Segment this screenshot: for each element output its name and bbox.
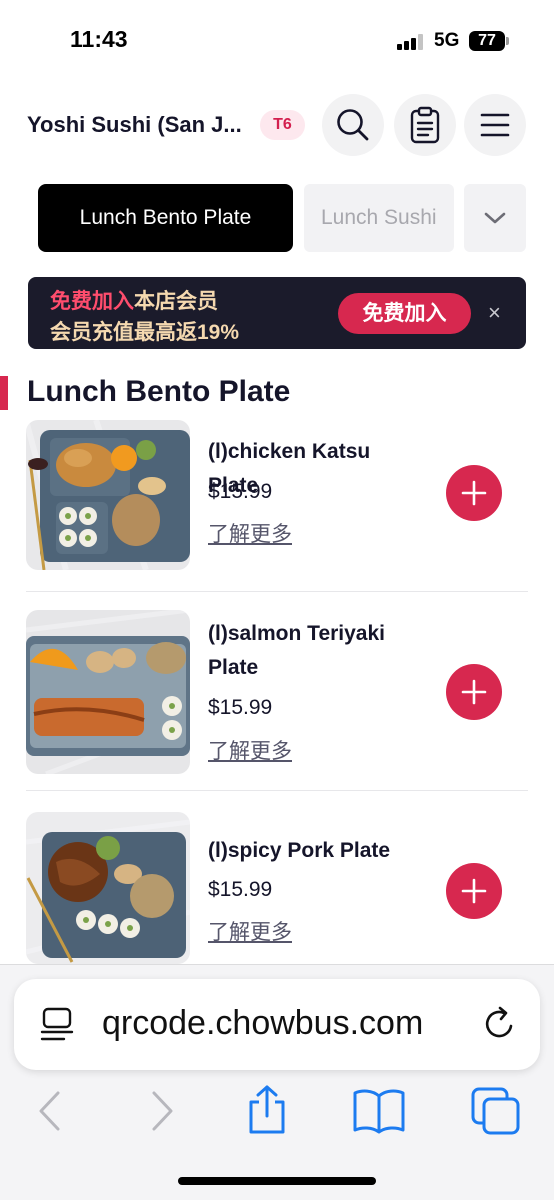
plus-icon <box>461 480 487 506</box>
battery-icon: 77 <box>469 31 505 51</box>
menu-icon <box>480 113 510 137</box>
page-settings-icon <box>40 1007 74 1041</box>
promo-line2: 会员充值最高返19% <box>50 321 240 344</box>
dish-price: $15.99 <box>208 878 273 901</box>
learn-more-link[interactable]: 了解更多 <box>208 916 292 946</box>
cellular-signal-icon <box>397 34 425 50</box>
back-button[interactable] <box>36 1090 64 1137</box>
back-icon <box>39 1091 60 1131</box>
promo-highlight: 免费加入 <box>50 290 134 313</box>
bookmarks-button[interactable] <box>352 1088 406 1139</box>
page-menu-button[interactable] <box>40 1006 76 1047</box>
close-icon[interactable]: × <box>488 300 501 326</box>
dish-image-salmon-teriyaki[interactable] <box>26 610 190 774</box>
store-name[interactable]: Yoshi Sushi (San J... <box>27 112 242 138</box>
dish-price: $15.99 <box>208 696 273 719</box>
add-to-cart-button[interactable] <box>446 465 502 521</box>
tabs-icon <box>471 1087 520 1135</box>
share-button[interactable] <box>245 1084 289 1141</box>
menu-button[interactable] <box>464 94 526 156</box>
dish-image-spicy-pork[interactable] <box>26 812 190 964</box>
tab-lunch-sushi[interactable]: Lunch Sushi <box>304 184 454 252</box>
section-title: Lunch Bento Plate <box>27 375 291 408</box>
learn-more-link[interactable]: 了解更多 <box>208 735 292 765</box>
plus-icon <box>461 679 487 705</box>
home-indicator <box>178 1177 376 1185</box>
promo-line1: 免费加入本店会员 <box>50 285 218 315</box>
search-icon <box>337 109 369 141</box>
search-button[interactable] <box>322 94 384 156</box>
section-accent-bar <box>0 376 8 410</box>
order-list-button[interactable] <box>394 94 456 156</box>
divider <box>26 591 528 592</box>
reload-icon <box>485 1006 513 1038</box>
learn-more-link[interactable]: 了解更多 <box>208 518 292 548</box>
dish-name[interactable]: (l)salmon Teriyaki Plate <box>208 617 423 685</box>
category-expand-button[interactable] <box>464 184 526 252</box>
forward-icon <box>152 1091 173 1131</box>
tab-lunch-bento-plate[interactable]: Lunch Bento Plate <box>38 184 293 252</box>
url-text[interactable]: qrcode.chowbus.com <box>102 1004 423 1043</box>
join-member-button[interactable]: 免费加入 <box>338 293 471 334</box>
add-to-cart-button[interactable] <box>446 664 502 720</box>
battery-tip <box>506 37 509 45</box>
plus-icon <box>461 878 487 904</box>
network-type: 5G <box>434 30 460 51</box>
share-icon <box>249 1085 285 1134</box>
dish-price: $15.99 <box>208 480 273 503</box>
divider <box>26 790 528 791</box>
promo-line1-rest: 本店会员 <box>134 290 218 313</box>
add-to-cart-button[interactable] <box>446 863 502 919</box>
forward-button[interactable] <box>148 1090 176 1137</box>
status-time: 11:43 <box>70 26 128 52</box>
tabs-button[interactable] <box>470 1086 522 1141</box>
chevron-down-icon <box>484 212 506 224</box>
bookmarks-icon <box>353 1089 405 1134</box>
dish-image-chicken-katsu[interactable] <box>26 420 190 570</box>
reload-button[interactable] <box>482 1006 518 1047</box>
table-badge: T6 <box>260 110 305 140</box>
order-list-icon <box>410 106 440 144</box>
dish-name[interactable]: (l)spicy Pork Plate <box>208 834 423 868</box>
